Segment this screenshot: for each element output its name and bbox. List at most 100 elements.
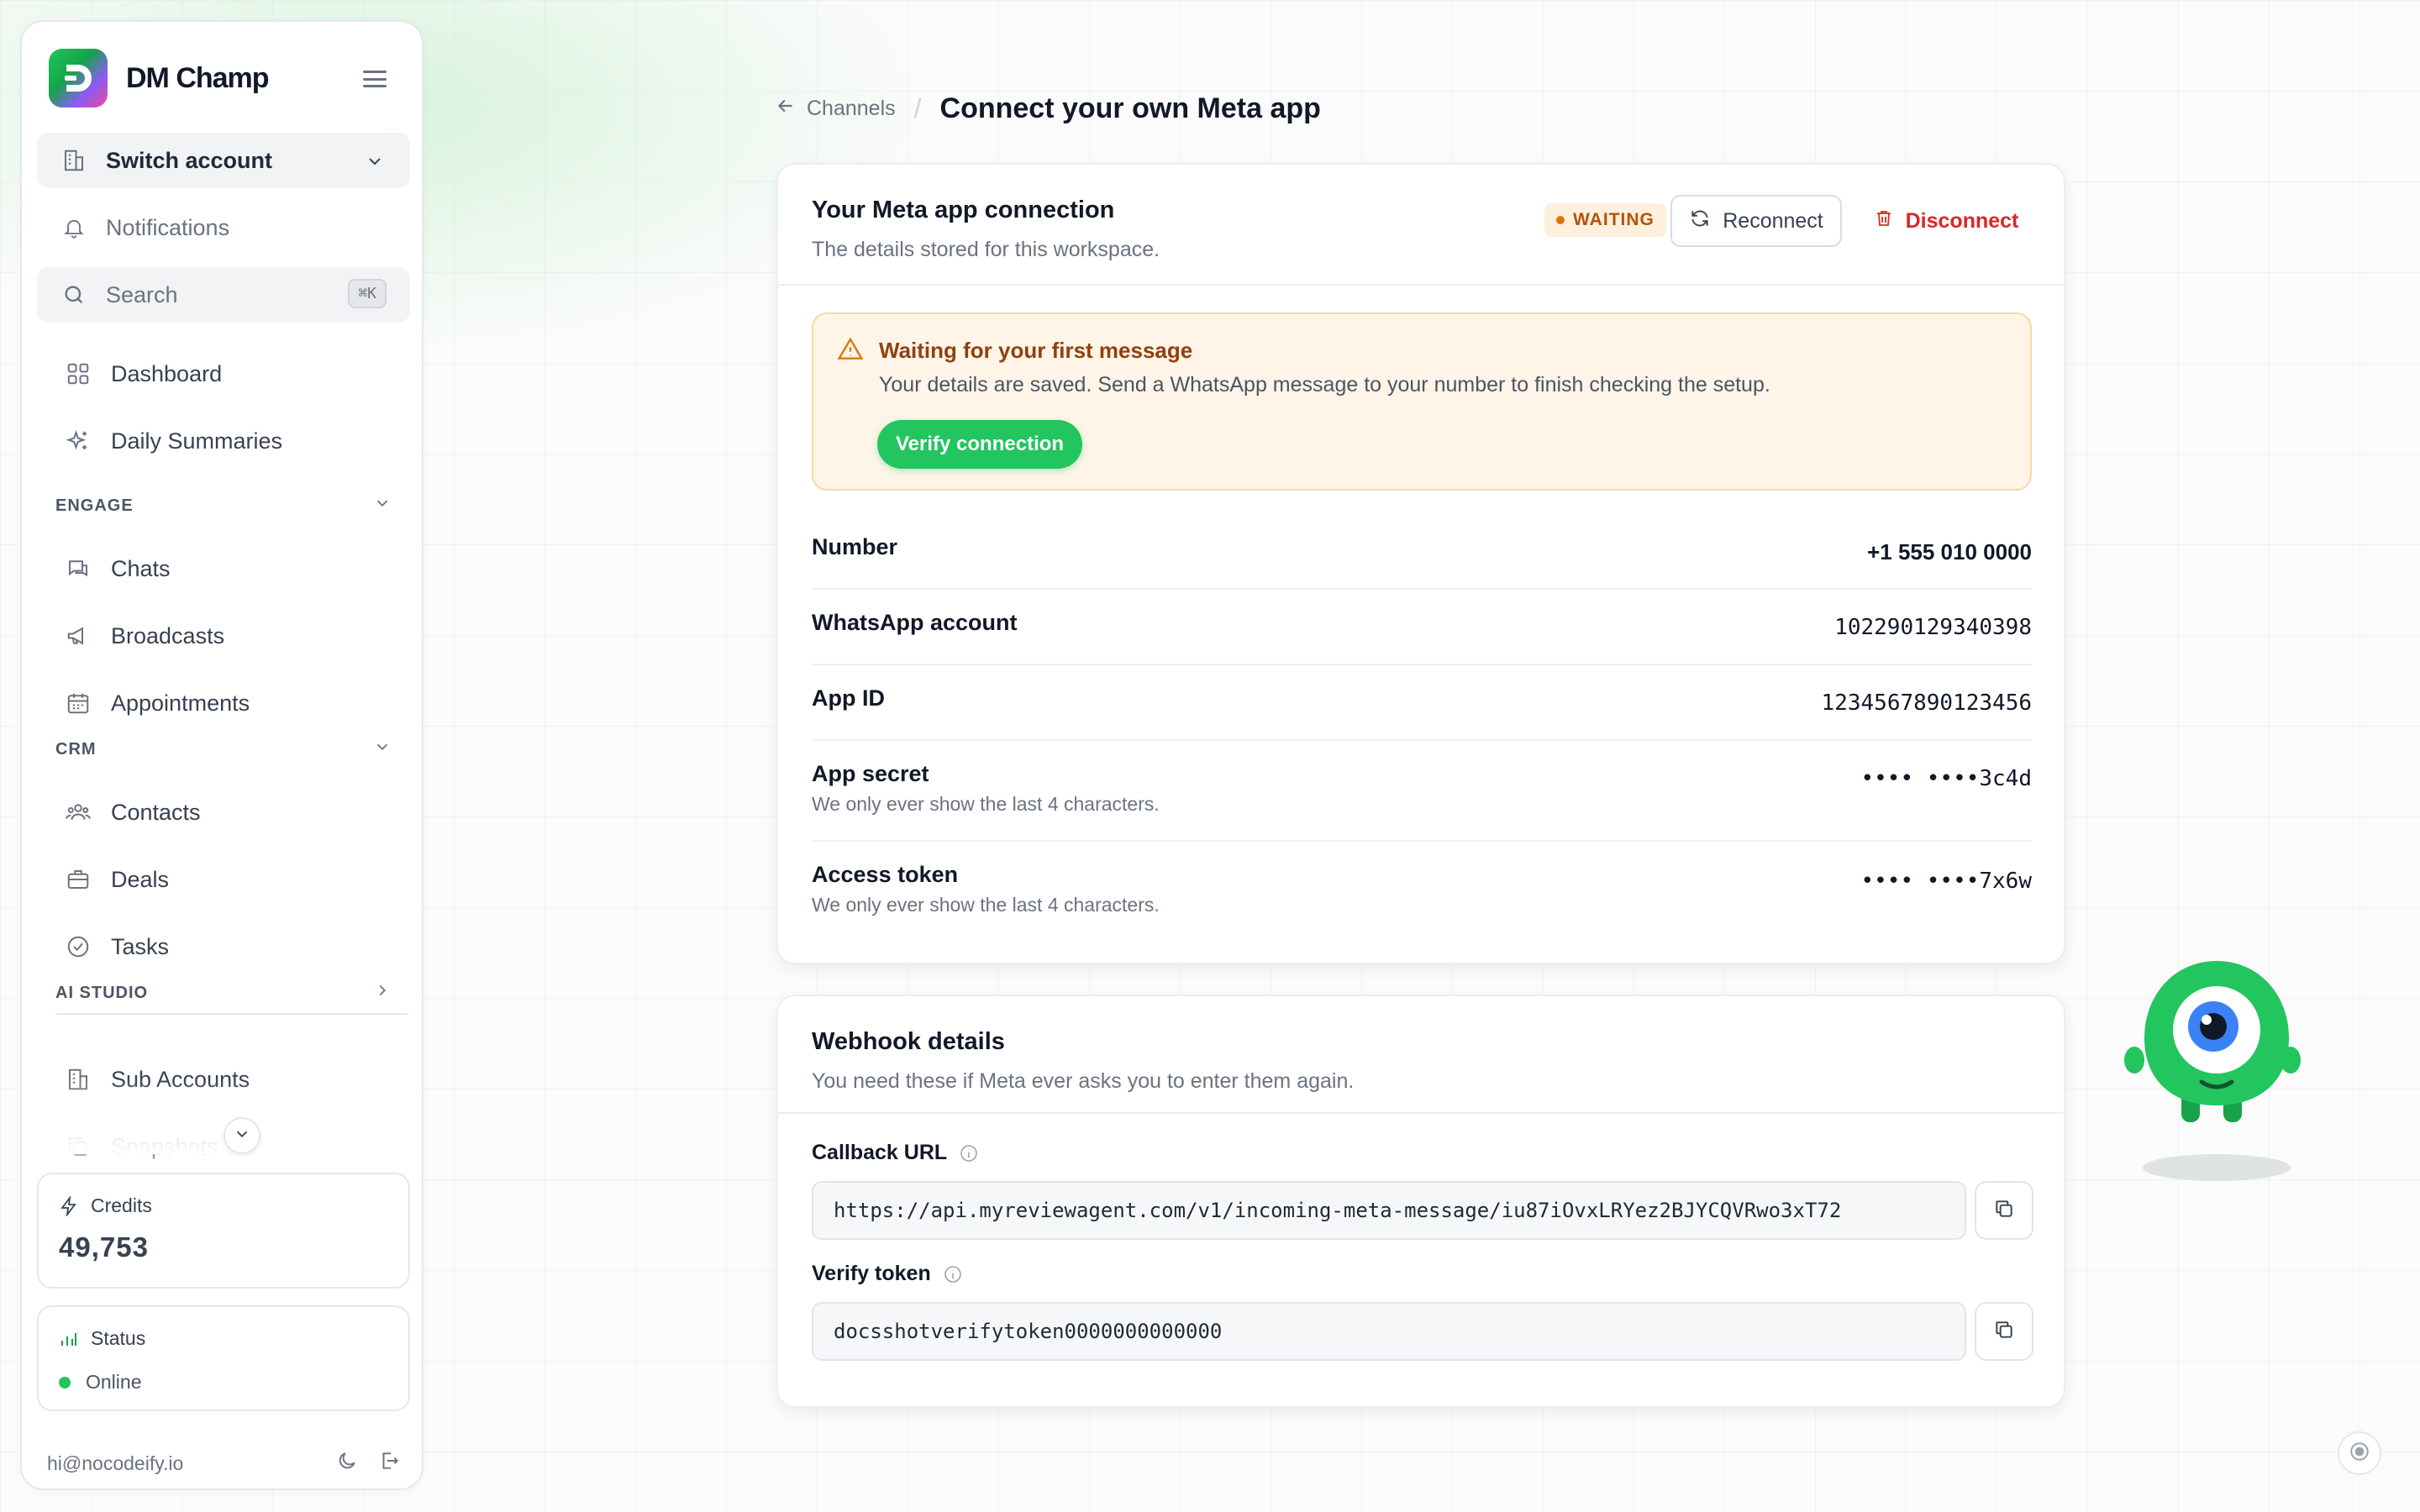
connection-panel: Your Meta app connection The details sto… <box>776 163 2065 964</box>
arrow-left-icon <box>775 95 807 123</box>
webhook-panel: Webhook details You need these if Meta e… <box>776 995 2065 1408</box>
online-dot <box>59 1376 71 1389</box>
nav-broadcasts-label: Broadcasts <box>111 622 225 648</box>
chevron-down-icon <box>373 494 392 517</box>
info-icon[interactable] <box>943 1264 963 1284</box>
breadcrumb-channels: Channels <box>807 96 896 120</box>
nav-appointments[interactable]: Appointments <box>37 675 410 731</box>
chat-icon <box>64 554 92 583</box>
menu-icon[interactable] <box>363 71 387 87</box>
moon-icon[interactable] <box>336 1450 358 1477</box>
detail-value: 1234567890123456 <box>1821 690 2032 716</box>
verify-token-label: Verify token <box>812 1262 963 1286</box>
breadcrumb-separator: / <box>913 92 922 123</box>
detail-row-access-token: Access token We only ever show the last … <box>812 862 2032 929</box>
webhook-title: Webhook details <box>812 1028 1005 1055</box>
switch-account-button[interactable]: Switch account <box>37 133 410 188</box>
nav-contacts[interactable]: Contacts <box>37 785 410 840</box>
status-value: Online <box>86 1371 142 1393</box>
disconnect-button[interactable]: Disconnect <box>1862 195 2030 247</box>
brand[interactable]: DM Champ <box>49 49 270 108</box>
refresh-icon <box>1689 207 1723 235</box>
nav-chats[interactable]: Chats <box>37 541 410 596</box>
callback-url-label: Callback URL <box>812 1141 979 1165</box>
sidebar: DM Champ Switch account Notifications Se… <box>20 20 424 1490</box>
chevron-down-icon <box>365 151 385 177</box>
row-divider <box>812 588 2032 590</box>
page-title: Connect your own Meta app <box>939 92 1321 124</box>
app-logo <box>49 49 108 108</box>
status-badge: WAITING <box>1544 203 1666 237</box>
brand-name: DM Champ <box>126 61 270 94</box>
nav-daily-summaries-label: Daily Summaries <box>111 428 283 454</box>
detail-value: 102290129340398 <box>1834 615 2032 640</box>
status-card[interactable]: Status Online <box>37 1305 410 1411</box>
search-shortcut: ⌘K <box>348 279 387 308</box>
section-crm[interactable]: CRM <box>55 738 408 761</box>
back-to-channels-link[interactable]: Channels <box>775 95 896 123</box>
nav-tasks[interactable]: Tasks <box>37 919 410 974</box>
search-placeholder: Search <box>106 281 178 307</box>
chevron-down-icon <box>373 738 392 761</box>
callback-url-label-text: Callback URL <box>812 1141 948 1164</box>
trash-icon <box>1874 208 1906 234</box>
webhook-subtitle: You need these if Meta ever asks you to … <box>812 1069 1355 1093</box>
copy-icon <box>1993 1198 2015 1224</box>
nav-appointments-label: Appointments <box>111 690 250 716</box>
section-engage[interactable]: ENGAGE <box>55 494 408 517</box>
grid-icon <box>64 360 92 388</box>
copy-icon <box>1993 1319 2015 1345</box>
alert-title: Waiting for your first message <box>879 338 1193 363</box>
detail-value: •••• ••••7x6w <box>1860 869 2033 894</box>
waiting-dot <box>1556 216 1565 224</box>
logout-icon[interactable] <box>378 1450 400 1477</box>
copy-verify-token-button[interactable] <box>1975 1302 2033 1361</box>
row-divider <box>812 739 2032 741</box>
status-badge-label: WAITING <box>1573 210 1655 229</box>
nav-broadcasts[interactable]: Broadcasts <box>37 608 410 664</box>
nav-deals[interactable]: Deals <box>37 852 410 907</box>
help-widget-button[interactable] <box>2338 1431 2381 1475</box>
credits-card[interactable]: Credits 49,753 <box>37 1173 410 1289</box>
section-ai-studio-label: AI STUDIO <box>55 983 149 1002</box>
connection-title: Your Meta app connection <box>812 197 1115 223</box>
callback-url-field[interactable]: https://api.myreviewagent.com/v1/incomin… <box>812 1181 1966 1240</box>
verify-connection-button[interactable]: Verify connection <box>877 420 1083 469</box>
nav-tasks-label: Tasks <box>111 933 170 959</box>
sidebar-footer: hi@nocodeify.io <box>47 1450 400 1477</box>
search-icon <box>60 281 87 308</box>
detail-hint: We only ever show the last 4 characters. <box>812 793 1160 815</box>
warning-icon <box>837 336 864 367</box>
panel-divider <box>778 1112 2064 1114</box>
info-icon[interactable] <box>959 1143 979 1163</box>
nav-dashboard[interactable]: Dashboard <box>37 346 410 402</box>
megaphone-icon <box>64 622 92 650</box>
reconnect-button[interactable]: Reconnect <box>1670 195 1842 247</box>
credits-label: Credits <box>91 1194 152 1216</box>
scroll-down-button[interactable] <box>224 1117 260 1154</box>
section-crm-label: CRM <box>55 739 97 759</box>
copy-callback-url-button[interactable] <box>1975 1181 2033 1240</box>
bolt-icon <box>59 1195 79 1216</box>
detail-label: Access token <box>812 862 959 887</box>
detail-row-app-id: App ID 1234567890123456 <box>812 685 2032 736</box>
section-ai-studio[interactable]: AI STUDIO <box>55 981 408 1005</box>
verify-token-label-text: Verify token <box>812 1262 931 1285</box>
bar-chart-icon <box>59 1329 79 1349</box>
disconnect-label: Disconnect <box>1905 208 2019 233</box>
nav-deals-label: Deals <box>111 866 170 892</box>
mascot-assistant[interactable] <box>2124 958 2309 1193</box>
nav-daily-summaries[interactable]: Daily Summaries <box>37 413 410 469</box>
panel-divider <box>778 284 2064 286</box>
notifications-button[interactable]: Notifications <box>37 200 410 255</box>
credits-value: 49,753 <box>59 1231 149 1263</box>
user-email: hi@nocodeify.io <box>47 1452 184 1474</box>
search-input[interactable]: Search ⌘K <box>37 267 410 323</box>
briefcase-icon <box>64 865 92 894</box>
alert-text: Your details are saved. Send a WhatsApp … <box>879 373 1770 396</box>
verify-token-field[interactable]: docsshotverifytoken0000000000000 <box>812 1302 1966 1361</box>
section-engage-label: ENGAGE <box>55 496 134 515</box>
sidebar-divider <box>55 1013 408 1015</box>
calendar-icon <box>64 689 92 717</box>
users-icon <box>64 798 92 827</box>
